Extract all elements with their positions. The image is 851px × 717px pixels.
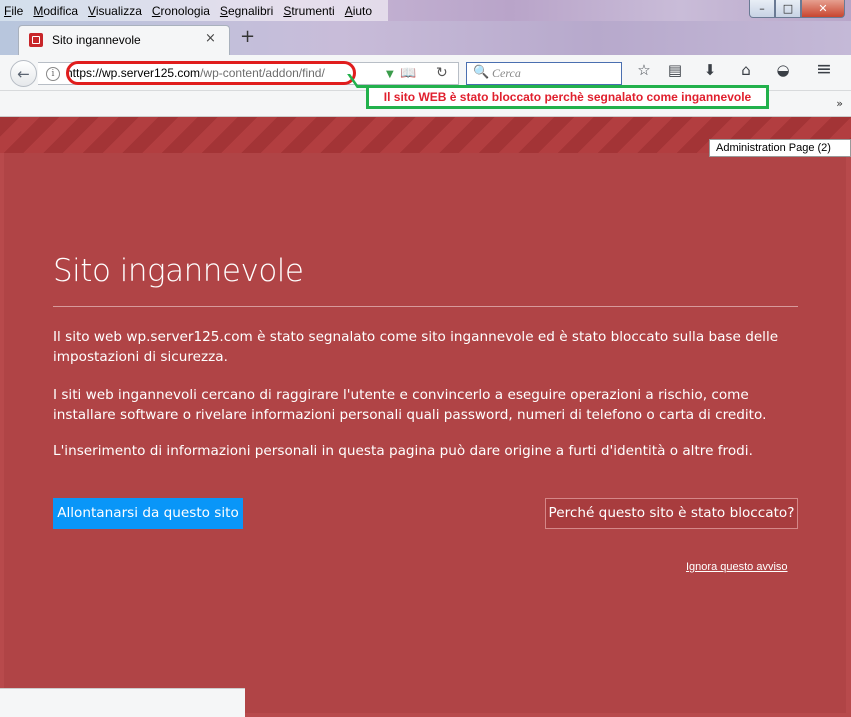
menu-visualizza[interactable]: Visualizza bbox=[88, 4, 142, 18]
minimize-button[interactable]: – bbox=[749, 0, 775, 18]
ignore-warning-link[interactable]: Ignora questo avviso bbox=[686, 561, 788, 573]
pocket-icon[interactable]: ◒ bbox=[773, 61, 793, 79]
status-panel bbox=[0, 688, 245, 717]
info-icon[interactable]: i bbox=[46, 67, 60, 81]
drop-marker-icon: ▼ bbox=[386, 69, 394, 80]
menu-segnalibri[interactable]: Segnalibri bbox=[220, 4, 273, 18]
search-icon: 🔍 bbox=[473, 65, 490, 80]
url-highlight-annotation bbox=[66, 61, 356, 85]
search-input[interactable]: Cerca bbox=[492, 66, 521, 81]
reload-icon[interactable]: ↻ bbox=[436, 65, 448, 81]
search-bar[interactable]: 🔍 Cerca bbox=[466, 62, 622, 85]
maximize-button[interactable]: □ bbox=[775, 0, 801, 18]
library-icon[interactable]: ▤ bbox=[665, 61, 685, 79]
page-title: Sito ingannevole bbox=[53, 253, 304, 289]
page-content: Sito ingannevole Il sito web wp.server12… bbox=[0, 117, 851, 717]
why-blocked-button[interactable]: Perché questo sito è stato bloccato? bbox=[545, 498, 798, 529]
title-divider bbox=[53, 306, 798, 307]
back-button[interactable]: ← bbox=[10, 60, 37, 87]
leave-site-button[interactable]: Allontanarsi da questo sito bbox=[53, 498, 243, 529]
tab-sito-ingannevole[interactable]: Sito ingannevole × bbox=[18, 25, 230, 55]
warning-paragraph-3: L'inserimento di informazioni personali … bbox=[53, 443, 753, 459]
window-controls: – □ ✕ bbox=[749, 0, 845, 18]
bookmark-star-icon[interactable]: ☆ bbox=[634, 61, 654, 79]
tooltip: Administration Page (2) bbox=[709, 139, 851, 157]
reader-view-icon[interactable]: 📖 bbox=[400, 66, 416, 81]
tab-close-icon[interactable]: × bbox=[205, 31, 216, 46]
new-tab-button[interactable]: + bbox=[240, 26, 255, 47]
menu-cronologia[interactable]: Cronologia bbox=[152, 4, 210, 18]
menu-aiuto[interactable]: Aiuto bbox=[345, 4, 372, 18]
bookmarks-overflow-icon[interactable]: » bbox=[836, 97, 843, 110]
menu-strumenti[interactable]: Strumenti bbox=[283, 4, 334, 18]
annotation-note: Il sito WEB è stato bloccato perchè segn… bbox=[366, 85, 769, 109]
blocked-site-icon bbox=[29, 33, 43, 47]
tab-strip: Sito ingannevole × + bbox=[0, 21, 851, 55]
warning-paragraph-2: I siti web ingannevoli cercano di raggir… bbox=[53, 387, 767, 423]
warning-paragraph-1: Il sito web wp.server125.com è stato seg… bbox=[53, 329, 779, 365]
menu-bar: File Modifica Visualizza Cronologia Segn… bbox=[0, 0, 389, 21]
menu-modifica[interactable]: Modifica bbox=[33, 4, 78, 18]
menu-file[interactable]: File bbox=[4, 4, 23, 18]
warning-panel: Sito ingannevole Il sito web wp.server12… bbox=[4, 153, 846, 713]
tab-title: Sito ingannevole bbox=[52, 33, 141, 47]
title-bar: File Modifica Visualizza Cronologia Segn… bbox=[0, 0, 851, 21]
hamburger-menu-icon[interactable]: ≡ bbox=[814, 58, 834, 80]
download-icon[interactable]: ⬇ bbox=[700, 61, 720, 79]
home-icon[interactable]: ⌂ bbox=[736, 61, 756, 79]
close-window-button[interactable]: ✕ bbox=[801, 0, 845, 18]
